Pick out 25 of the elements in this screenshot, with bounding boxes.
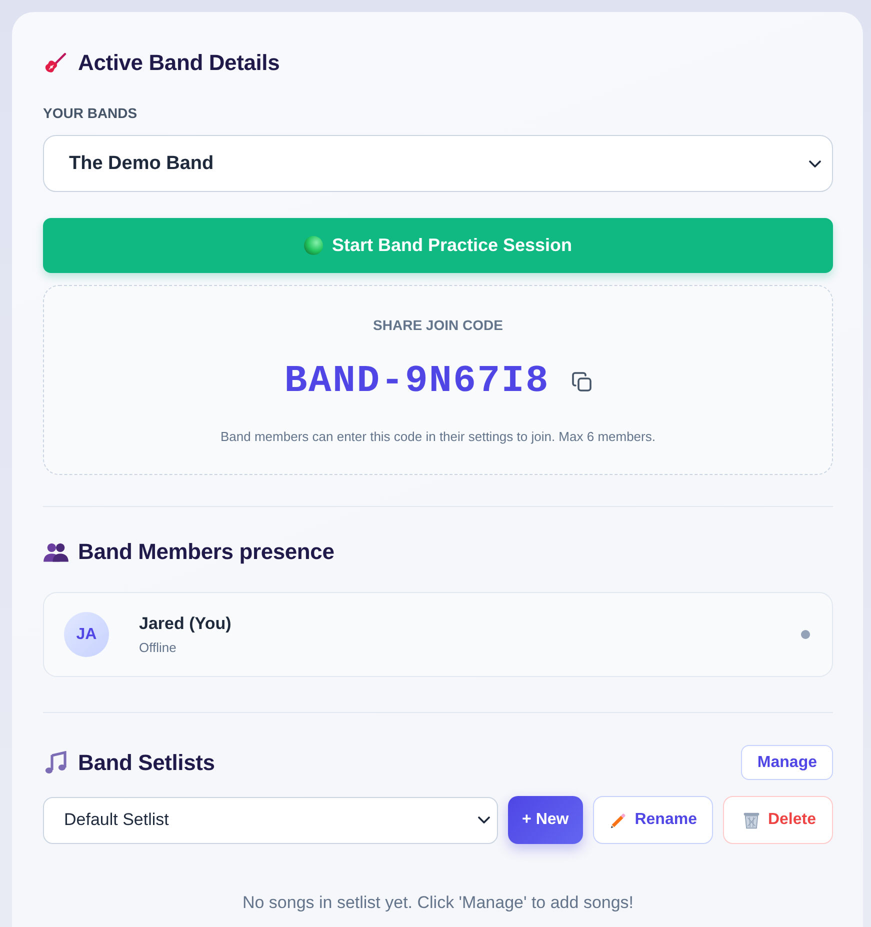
new-setlist-button[interactable]: + New xyxy=(508,796,583,844)
ball-icon xyxy=(304,236,323,255)
chevron-down-icon xyxy=(809,160,821,168)
manage-button[interactable]: Manage xyxy=(741,745,833,780)
section-title: Active Band Details xyxy=(78,50,280,76)
copy-icon[interactable] xyxy=(572,372,592,392)
member-avatar: JA xyxy=(64,612,109,657)
music-note-icon xyxy=(43,750,69,774)
setlist-select[interactable]: Default Setlist xyxy=(43,796,498,844)
section-title: Band Members presence xyxy=(78,539,334,565)
rename-button[interactable]: Rename xyxy=(592,796,713,844)
chevron-down-icon xyxy=(478,816,490,824)
join-code-label: SHARE JOIN CODE xyxy=(373,316,503,334)
join-code: BAND-9N67I8 xyxy=(284,359,550,405)
section-title: Band Setlists xyxy=(78,750,215,776)
field-label: YOUR BANDS xyxy=(43,104,138,122)
pencil-icon xyxy=(608,810,628,830)
guitar-icon xyxy=(43,51,69,75)
band-select[interactable]: The Demo Band xyxy=(43,135,833,192)
join-code-hint: Band members can enter this code in their settings to join. Max 6 members. xyxy=(220,428,656,446)
delete-button[interactable]: Delete xyxy=(722,796,833,844)
wastebasket-icon xyxy=(742,810,761,830)
member-status: Offline xyxy=(139,640,176,655)
member-name: Jared (You) xyxy=(139,614,232,634)
empty-setlist-message: No songs in setlist yet. Click 'Manage' to add songs! xyxy=(241,892,635,914)
